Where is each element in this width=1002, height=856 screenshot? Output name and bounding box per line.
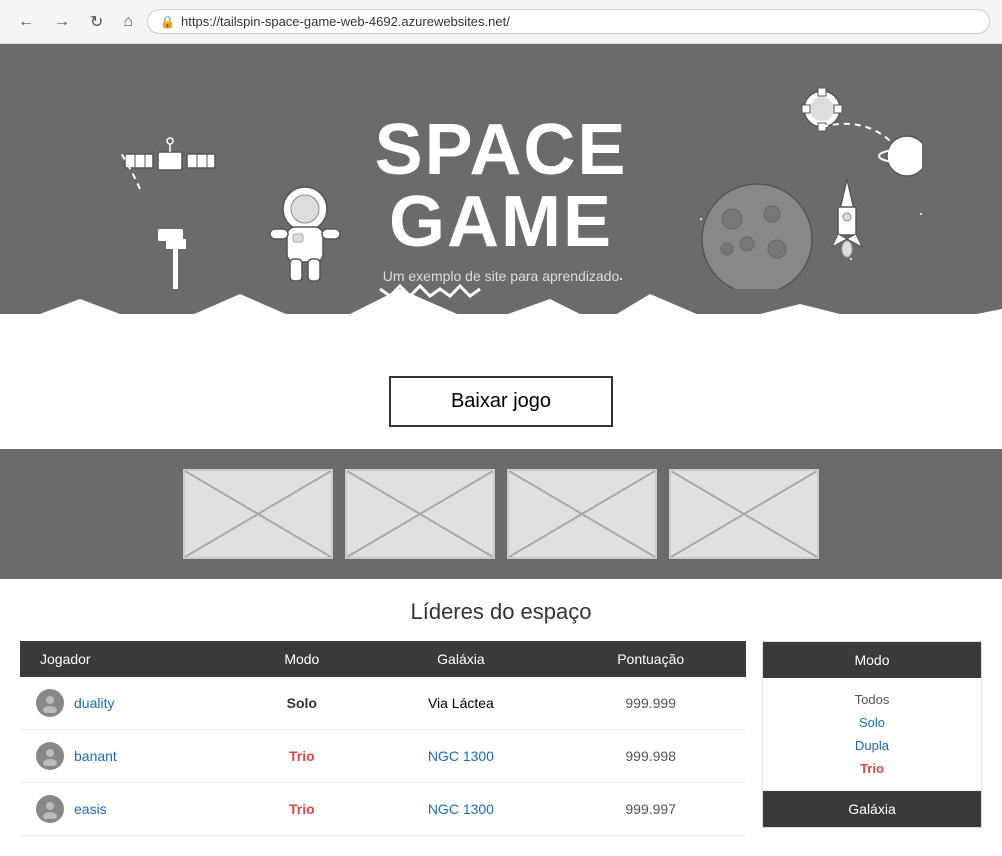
- col-galaxy: Galáxia: [366, 641, 555, 677]
- score-cell: 999.998: [555, 730, 746, 783]
- table-row: banant Trio NGC 1300 999.998: [20, 730, 746, 783]
- player-link[interactable]: easis: [74, 801, 107, 817]
- streetlight-decoration: [158, 224, 198, 299]
- col-score: Pontuação: [555, 641, 746, 677]
- browser-chrome: ← → ↻ ⌂ 🔒 https://tailspin-space-game-we…: [0, 0, 1002, 44]
- galaxy-link[interactable]: NGC 1300: [428, 801, 494, 817]
- col-player: Jogador: [20, 641, 237, 677]
- mode-cell: Trio: [237, 730, 366, 783]
- galaxy-cell: Via Láctea: [366, 677, 555, 730]
- screenshot-1: [183, 469, 333, 559]
- table-row: duality Solo Via Láctea 999.999: [20, 677, 746, 730]
- hero-subtitle: Um exemplo de site para aprendizado: [375, 268, 628, 284]
- player-cell: banant: [20, 730, 237, 783]
- player-info: duality: [36, 689, 221, 717]
- avatar: [36, 689, 64, 717]
- url-text: https://tailspin-space-game-web-4692.azu…: [181, 14, 510, 29]
- filter-mode-header: Modo: [763, 642, 981, 678]
- forward-button[interactable]: →: [48, 11, 76, 33]
- mode-value: Solo: [287, 695, 317, 711]
- galaxy-link[interactable]: NGC 1300: [428, 748, 494, 764]
- screenshot-3: [507, 469, 657, 559]
- refresh-button[interactable]: ↻: [84, 10, 109, 34]
- rocket-planet-decoration: [692, 169, 872, 294]
- download-button[interactable]: Baixar jogo: [389, 376, 613, 427]
- table-body: duality Solo Via Láctea 999.999: [20, 677, 746, 836]
- player-cell: duality: [20, 677, 237, 730]
- home-button[interactable]: ⌂: [117, 11, 139, 33]
- leaderboard-table: Jogador Modo Galáxia Pontuação: [20, 641, 746, 836]
- table-header-row: Jogador Modo Galáxia Pontuação: [20, 641, 746, 677]
- hero-section: SPACE GAME Um exemplo de site para apren…: [0, 44, 1002, 354]
- leaderboard-main: Jogador Modo Galáxia Pontuação: [20, 641, 746, 836]
- galaxy-cell: NGC 1300: [366, 730, 555, 783]
- table-row: easis Trio NGC 1300 999.997: [20, 783, 746, 836]
- filter-dupla[interactable]: Dupla: [763, 734, 981, 757]
- avatar: [36, 742, 64, 770]
- filter-solo[interactable]: Solo: [763, 711, 981, 734]
- galaxy-cell: NGC 1300: [366, 783, 555, 836]
- mode-value: Trio: [289, 801, 315, 817]
- screenshot-2: [345, 469, 495, 559]
- hero-title: SPACE GAME Um exemplo de site para apren…: [375, 114, 628, 284]
- hero-title-line2: GAME: [375, 186, 628, 258]
- astronaut-decoration: [265, 179, 345, 294]
- filter-sidebar: Modo Todos Solo Dupla Trio Galáxia: [762, 641, 982, 828]
- leaderboard-container: Jogador Modo Galáxia Pontuação: [20, 641, 982, 836]
- leaderboard-title: Líderes do espaço: [20, 599, 982, 625]
- player-link[interactable]: banant: [74, 748, 117, 764]
- player-link[interactable]: duality: [74, 695, 114, 711]
- mode-cell: Solo: [237, 677, 366, 730]
- table-header: Jogador Modo Galáxia Pontuação: [20, 641, 746, 677]
- player-info: banant: [36, 742, 221, 770]
- score-cell: 999.999: [555, 677, 746, 730]
- mode-cell: Trio: [237, 783, 366, 836]
- filter-galaxy-header: Galáxia: [763, 791, 981, 827]
- satellite-decoration: [120, 124, 220, 209]
- galaxy-value: Via Láctea: [428, 695, 494, 711]
- screenshots-section: [0, 449, 1002, 579]
- hero-title-line1: SPACE: [375, 114, 628, 186]
- lock-icon: 🔒: [160, 15, 175, 29]
- filter-todos[interactable]: Todos: [763, 688, 981, 711]
- avatar: [36, 795, 64, 823]
- page-content: SPACE GAME Um exemplo de site para apren…: [0, 44, 1002, 856]
- filter-mode-section: Todos Solo Dupla Trio: [763, 678, 981, 791]
- leaderboard-section: Líderes do espaço Jogador Modo Galáxia P…: [0, 579, 1002, 856]
- download-section: Baixar jogo: [0, 354, 1002, 449]
- mode-value: Trio: [289, 748, 315, 764]
- filter-trio[interactable]: Trio: [763, 757, 981, 780]
- score-cell: 999.997: [555, 783, 746, 836]
- back-button[interactable]: ←: [12, 11, 40, 33]
- player-info: easis: [36, 795, 221, 823]
- player-cell: easis: [20, 783, 237, 836]
- col-mode: Modo: [237, 641, 366, 677]
- filter-box: Modo Todos Solo Dupla Trio Galáxia: [762, 641, 982, 828]
- address-bar[interactable]: 🔒 https://tailspin-space-game-web-4692.a…: [147, 9, 990, 34]
- screenshot-4: [669, 469, 819, 559]
